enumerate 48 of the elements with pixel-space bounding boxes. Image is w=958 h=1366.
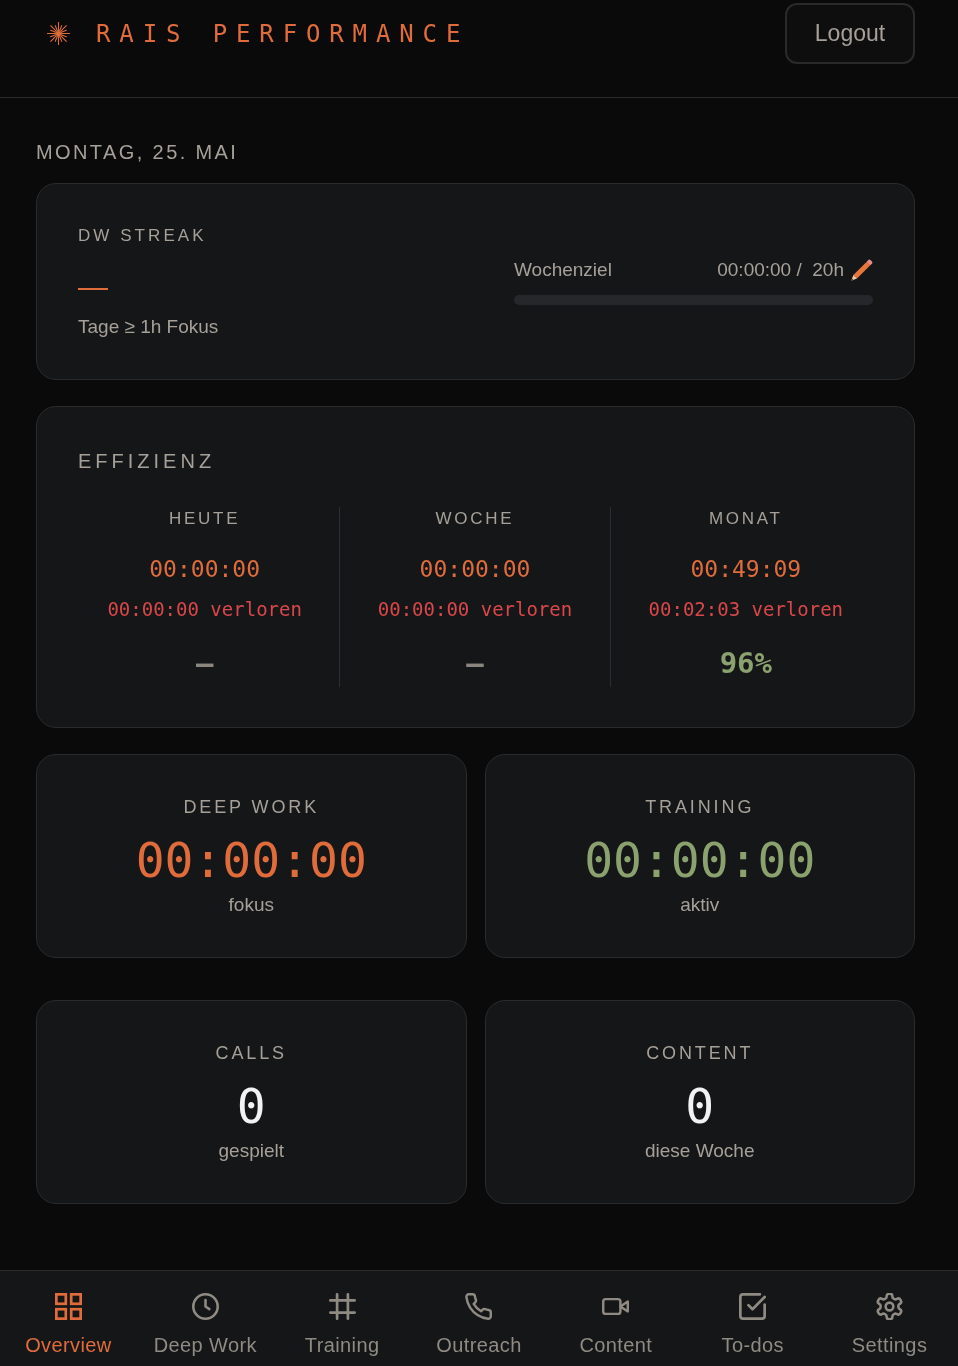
hash-icon: [328, 1293, 356, 1320]
lost-time: 00:00:00 verloren: [107, 597, 302, 622]
streak-value: —: [78, 272, 108, 302]
nav-tab[interactable]: Content: [579, 1271, 653, 1366]
focus-time: 00:00:00: [149, 555, 261, 583]
starburst-icon: [47, 22, 70, 45]
nav-tab[interactable]: Overview: [25, 1271, 112, 1366]
goal-value: 00:00:00 / 20h: [717, 258, 844, 282]
efficiency-rate: 96%: [719, 645, 772, 681]
settings-icon: [876, 1293, 904, 1320]
pencil-icon[interactable]: [851, 259, 873, 281]
nav-tab[interactable]: Outreach: [436, 1271, 522, 1366]
streak-caption: Tage ≥ 1h Fokus: [78, 315, 219, 339]
card-title: TRAINING: [645, 796, 755, 818]
card-title: DW STREAK: [78, 225, 208, 247]
card-title: DEEP WORK: [183, 796, 320, 818]
app-title: RAIS PERFORMANCE: [96, 18, 470, 49]
period-label: WOCHE: [435, 509, 515, 529]
checkbox-icon: [739, 1293, 767, 1320]
timer-value: 00:00:00: [584, 834, 816, 886]
count-value: 0: [236, 1080, 266, 1132]
date-heading: MONTAG, 25. MAI: [36, 140, 239, 164]
card-title: EFFIZIENZ: [78, 449, 216, 473]
focus-time: 00:00:00: [419, 555, 531, 583]
empty-rate: —: [195, 645, 214, 681]
lost-time: 00:02:03 verloren: [648, 597, 844, 622]
card-title: CALLS: [215, 1042, 287, 1064]
empty-rate: —: [466, 645, 484, 681]
clock-icon: [191, 1293, 219, 1320]
count-value: 0: [685, 1080, 715, 1132]
grid-icon: [54, 1293, 82, 1320]
tile-caption: diese Woche: [645, 1139, 755, 1163]
period-label: MONAT: [708, 509, 783, 529]
card-title: CONTENT: [646, 1042, 754, 1064]
goal-label: Wochenziel: [514, 258, 612, 282]
phone-icon: [465, 1293, 493, 1320]
logout-button[interactable]: Logout: [785, 3, 915, 64]
lost-time: 00:00:00 verloren: [377, 597, 573, 622]
nav-tab[interactable]: Settings: [851, 1271, 928, 1366]
tile-caption: aktiv: [680, 893, 720, 917]
focus-time: 00:49:09: [690, 555, 802, 583]
tile-caption: fokus: [228, 893, 274, 917]
tile-caption: gespielt: [218, 1139, 284, 1163]
nav-tab[interactable]: Deep Work: [153, 1271, 257, 1366]
timer-value: 00:00:00: [135, 834, 367, 886]
nav-tab[interactable]: To-dos: [721, 1271, 784, 1366]
period-label: HEUTE: [169, 509, 241, 529]
nav-tab[interactable]: Training: [304, 1271, 380, 1366]
